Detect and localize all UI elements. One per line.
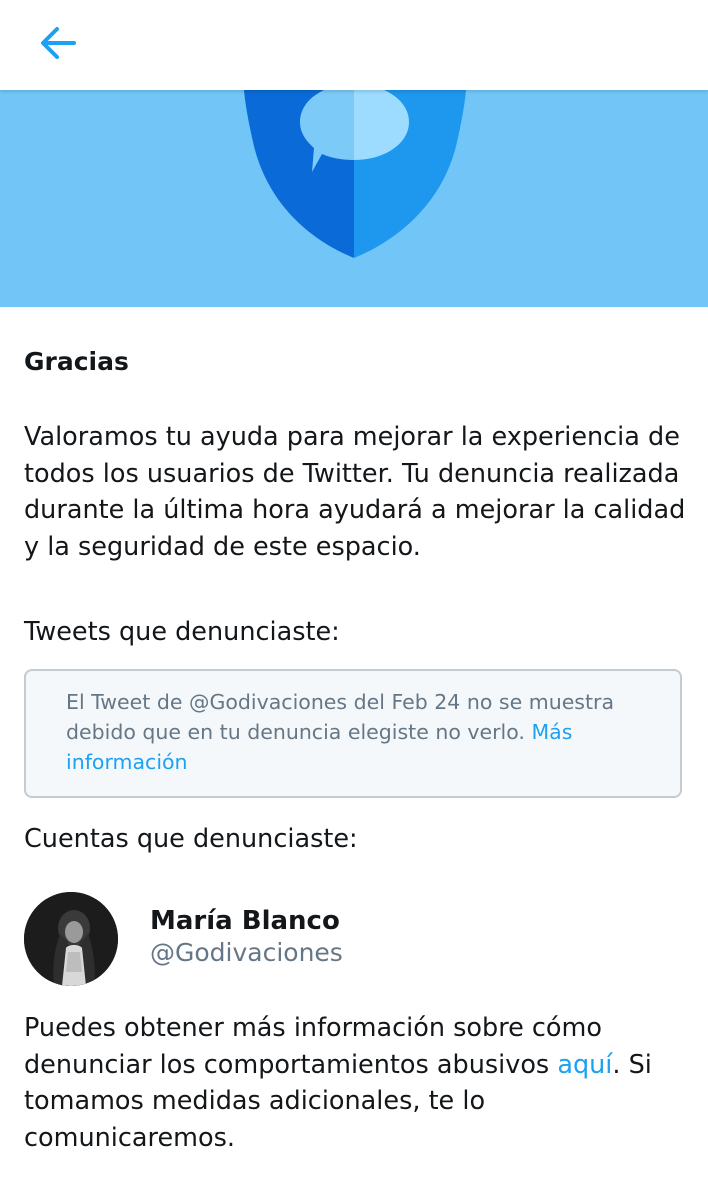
footer-text-start: Puedes obtener más información sobre cóm… [24, 1013, 602, 1080]
avatar [24, 892, 118, 986]
page-title: Gracias [24, 347, 129, 376]
here-link[interactable]: aquí [557, 1050, 612, 1080]
tweet-notice-card: El Tweet de @Godivaciones del Feb 24 no … [24, 669, 682, 798]
top-bar [0, 0, 708, 90]
account-handle: @Godivaciones [150, 938, 343, 967]
shield-chat-icon [244, 90, 466, 258]
intro-text: Valoramos tu ayuda para mejorar la exper… [24, 422, 686, 562]
back-button[interactable] [28, 16, 88, 70]
tweets-label: Tweets que denunciaste: [24, 617, 340, 647]
reported-account[interactable]: María Blanco @Godivaciones [24, 892, 688, 988]
footer-text: Puedes obtener más información sobre cóm… [24, 1010, 688, 1156]
account-name: María Blanco [150, 906, 340, 936]
accounts-label: Cuentas que denunciaste: [24, 824, 358, 854]
arrow-left-icon [41, 27, 76, 59]
banner [0, 90, 708, 307]
